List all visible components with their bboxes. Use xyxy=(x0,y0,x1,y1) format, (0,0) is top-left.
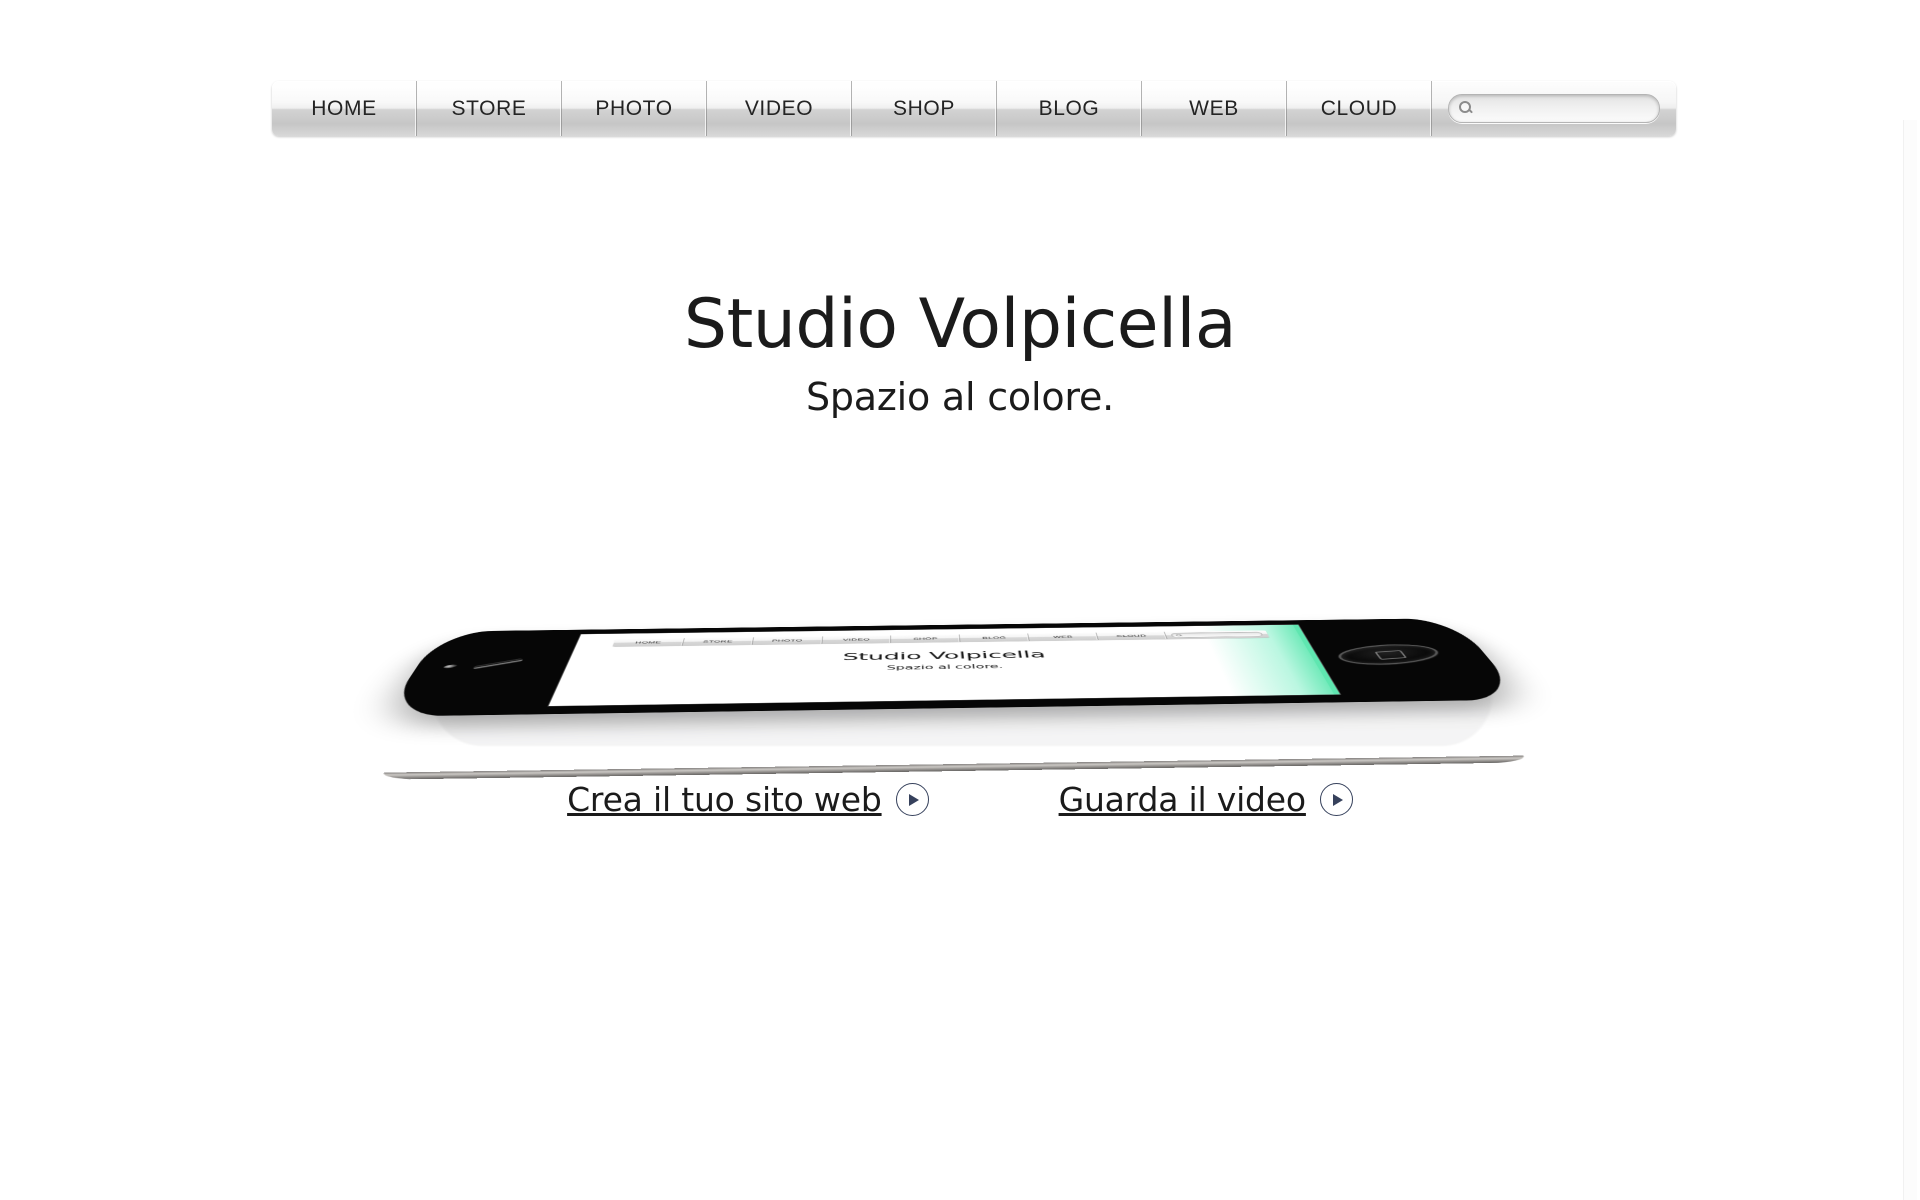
page-title: Studio Volpicella xyxy=(0,290,1920,359)
nav-item-label: CLOUD xyxy=(1321,97,1398,121)
nav-item-video[interactable]: VIDEO xyxy=(707,81,852,136)
device-screen: HOME STORE PHOTO VIDEO SHOP BLOG WEB CLO… xyxy=(549,625,1340,706)
device-nav-item-web[interactable]: WEB xyxy=(1028,633,1098,641)
nav-item-store[interactable]: STORE xyxy=(417,81,562,136)
home-button-inner xyxy=(1375,650,1408,660)
create-website-link[interactable]: Crea il tuo sito web xyxy=(567,780,928,819)
device-nav-item-photo[interactable]: PHOTO xyxy=(752,636,822,644)
device-nav-item-home[interactable]: HOME xyxy=(612,638,684,646)
nav-item-shop[interactable]: SHOP xyxy=(852,81,997,136)
device-body: HOME STORE PHOTO VIDEO SHOP BLOG WEB CLO… xyxy=(384,618,1523,716)
search-icon xyxy=(1459,101,1474,116)
device-screen-navigation: HOME STORE PHOTO VIDEO SHOP BLOG WEB CLO… xyxy=(612,630,1269,646)
page-root: HOME STORE PHOTO VIDEO SHOP BLOG WEB CLO… xyxy=(0,0,1920,1200)
nav-item-web[interactable]: WEB xyxy=(1142,81,1287,136)
device-nav-item-cloud[interactable]: CLOUD xyxy=(1096,632,1167,640)
nav-item-cloud[interactable]: CLOUD xyxy=(1287,81,1432,136)
page-scrollbar[interactable] xyxy=(1903,120,1917,1200)
cta-label: Guarda il video xyxy=(1059,780,1306,819)
front-camera-icon xyxy=(443,664,458,669)
nav-item-label: BLOG xyxy=(1039,97,1100,121)
device-mockup: HOME STORE PHOTO VIDEO SHOP BLOG WEB CLO… xyxy=(390,478,1530,768)
main-navigation: HOME STORE PHOTO VIDEO SHOP BLOG WEB CLO… xyxy=(272,81,1676,136)
play-circle-icon xyxy=(896,783,929,816)
nav-search-cell xyxy=(1432,81,1676,136)
cta-label: Crea il tuo sito web xyxy=(567,780,881,819)
device-bottom-edge xyxy=(379,756,1529,780)
hero-section: Studio Volpicella Spazio al colore. xyxy=(0,290,1920,419)
search-box[interactable] xyxy=(1448,94,1660,123)
search-input[interactable] xyxy=(1474,95,1659,122)
watch-video-link[interactable]: Guarda il video xyxy=(1059,780,1353,819)
nav-item-blog[interactable]: BLOG xyxy=(997,81,1142,136)
nav-item-label: HOME xyxy=(311,97,376,121)
cta-row: Crea il tuo sito web Guarda il video xyxy=(0,780,1920,819)
nav-item-label: VIDEO xyxy=(745,97,813,121)
device-nav-item-store[interactable]: STORE xyxy=(682,637,753,645)
device-search-cell xyxy=(1164,630,1269,639)
nav-item-label: PHOTO xyxy=(595,97,672,121)
device-nav-item-shop[interactable]: SHOP xyxy=(891,635,960,643)
nav-item-label: SHOP xyxy=(893,97,955,121)
device-search-box[interactable] xyxy=(1170,632,1263,638)
earpiece-speaker-icon xyxy=(473,658,523,670)
device-nav-item-video[interactable]: VIDEO xyxy=(822,635,891,643)
home-button[interactable] xyxy=(1332,642,1445,668)
page-tagline: Spazio al colore. xyxy=(0,375,1920,419)
search-icon xyxy=(1175,634,1182,636)
nav-item-label: STORE xyxy=(452,97,527,121)
nav-item-photo[interactable]: PHOTO xyxy=(562,81,707,136)
device-nav-item-blog[interactable]: BLOG xyxy=(960,634,1030,642)
nav-item-label: WEB xyxy=(1189,97,1239,121)
nav-item-home[interactable]: HOME xyxy=(272,81,417,136)
play-circle-icon xyxy=(1320,783,1353,816)
